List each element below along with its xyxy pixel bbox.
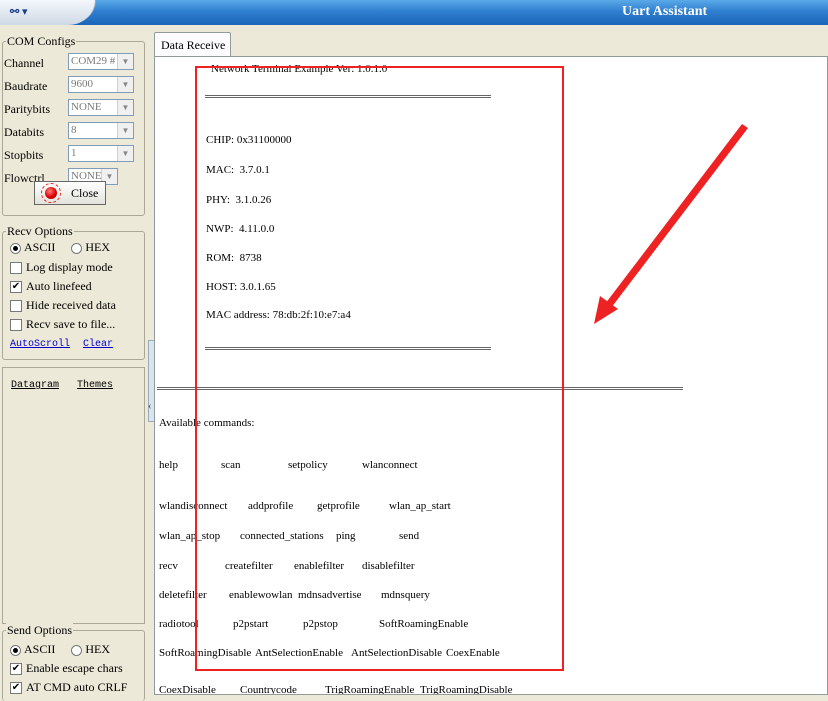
- channel-select[interactable]: COM29 # ▼: [68, 53, 134, 70]
- recv-encoding-radios: ASCII HEX: [10, 240, 110, 255]
- chevron-down-icon[interactable]: ▼: [117, 77, 133, 92]
- hide-received-checkbox[interactable]: [10, 300, 22, 313]
- command-item: CoexDisable: [159, 684, 216, 695]
- chevron-down-icon[interactable]: ▼: [117, 123, 133, 138]
- system-menu-area[interactable]: ⚯ ▾: [0, 0, 96, 25]
- recv-ascii-radio[interactable]: [10, 242, 21, 254]
- paritybits-label: Paritybits: [4, 102, 51, 116]
- escape-chars-checkbox[interactable]: ✔: [10, 663, 22, 676]
- close-button-label: Close: [71, 186, 99, 200]
- title-bar: ⚯ ▾ Uart Assistant: [0, 0, 828, 25]
- paritybits-select[interactable]: NONE ▼: [68, 99, 134, 116]
- recv-save-checkbox[interactable]: [10, 319, 22, 332]
- system-menu-icon[interactable]: ⚯ ▾: [10, 5, 28, 18]
- recv-ascii-label: ASCII: [24, 240, 56, 254]
- themes-link[interactable]: Themes: [77, 380, 113, 391]
- channel-label: Channel: [4, 56, 44, 70]
- auto-linefeed-checkbox[interactable]: ✔: [10, 281, 22, 294]
- escape-chars-option[interactable]: ✔ Enable escape chars: [10, 661, 123, 676]
- baudrate-select[interactable]: 9600 ▼: [68, 76, 134, 93]
- log-display-option[interactable]: Log display mode: [10, 260, 113, 275]
- chevron-down-icon[interactable]: ▼: [117, 146, 133, 161]
- recv-save-option[interactable]: Recv save to file...: [10, 317, 115, 332]
- recv-hex-radio[interactable]: [71, 242, 83, 254]
- command-item: TrigRoamingDisable: [420, 684, 513, 695]
- left-panel: COM Configs Channel COM29 # ▼ Baudrate 96…: [0, 26, 148, 701]
- send-options-title: Send Options: [6, 623, 74, 638]
- databits-select[interactable]: 8 ▼: [68, 122, 134, 139]
- at-cmd-crlf-option[interactable]: ✔ AT CMD auto CRLF: [10, 680, 127, 695]
- chevron-down-icon[interactable]: ▼: [117, 100, 133, 115]
- at-cmd-crlf-checkbox[interactable]: ✔: [10, 682, 22, 695]
- baudrate-label: Baudrate: [4, 79, 48, 93]
- stopbits-label: Stopbits: [4, 148, 44, 162]
- tab-data-receive[interactable]: Data Receive: [154, 32, 231, 57]
- log-display-checkbox[interactable]: [10, 262, 22, 275]
- window-title: Uart Assistant: [622, 4, 708, 19]
- send-ascii-label: ASCII: [24, 642, 56, 656]
- command-item: recv: [159, 560, 178, 572]
- command-item: Countrycode: [240, 684, 297, 695]
- command-item: help: [159, 459, 178, 471]
- com-configs-title: COM Configs: [6, 34, 77, 49]
- send-encoding-radios: ASCII HEX: [10, 642, 110, 657]
- clear-link[interactable]: Clear: [83, 339, 113, 350]
- chevron-down-icon[interactable]: ▼: [117, 54, 133, 69]
- recv-options-title: Recv Options: [6, 224, 74, 239]
- auto-linefeed-option[interactable]: ✔ Auto linefeed: [10, 279, 92, 294]
- command-item: radiotool: [159, 618, 199, 630]
- stopbits-select[interactable]: 1 ▼: [68, 145, 134, 162]
- send-ascii-radio[interactable]: [10, 644, 21, 656]
- hide-received-option[interactable]: Hide received data: [10, 298, 116, 313]
- send-hex-radio[interactable]: [71, 644, 83, 656]
- datagram-link[interactable]: Datagram: [11, 380, 59, 391]
- autoscroll-link[interactable]: AutoScroll: [10, 339, 70, 350]
- collapse-arrow-icon[interactable]: ‹: [148, 401, 151, 412]
- databits-label: Databits: [4, 125, 44, 139]
- command-item: TrigRoamingEnable: [325, 684, 415, 695]
- send-hex-label: HEX: [85, 642, 111, 656]
- datagram-panel: Datagram Themes: [2, 367, 145, 624]
- close-port-button[interactable]: Close: [34, 181, 106, 205]
- status-led-icon: [41, 183, 61, 203]
- recv-hex-label: HEX: [85, 240, 111, 254]
- annotation-highlight-box: [195, 66, 564, 671]
